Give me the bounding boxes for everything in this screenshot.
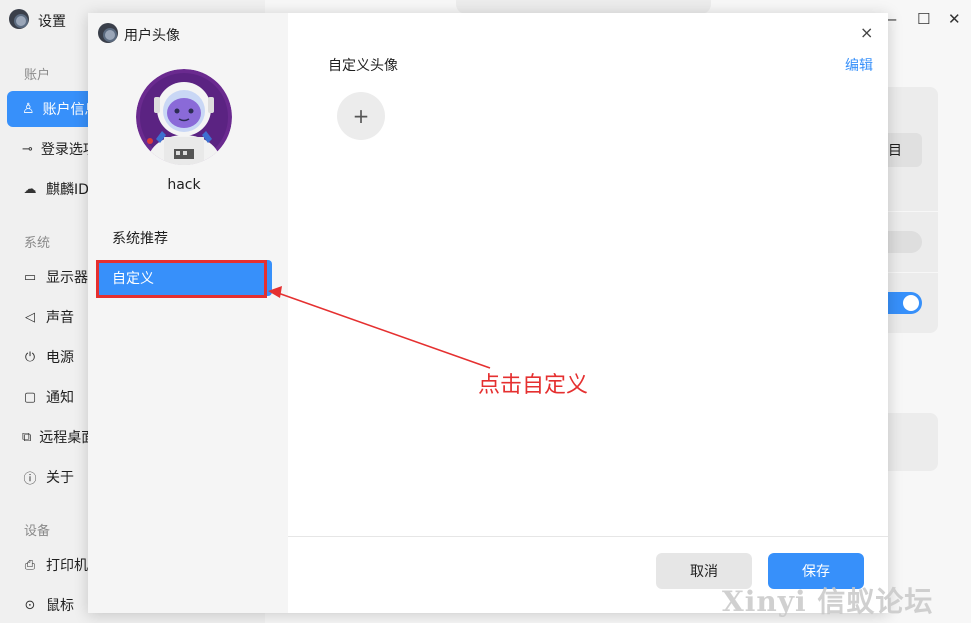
sidebar-item-mouse[interactable]: ⊙ 鼠标: [22, 593, 92, 617]
maximize-icon[interactable]: ☐: [917, 10, 930, 28]
dialog-sidebar: 用户头像 hack 系统推荐 自定义: [88, 13, 288, 613]
info-icon: ⓘ: [23, 471, 37, 487]
tab-custom[interactable]: 自定义: [96, 260, 272, 296]
sidebar-item-account-info[interactable]: ♙ 账户信息: [7, 91, 97, 127]
footer-divider: [288, 536, 888, 537]
mouse-icon: ⊙: [24, 597, 36, 613]
section-account: 账户: [24, 68, 51, 83]
sidebar-item-remote-desktop[interactable]: ⧉ 远程桌面: [22, 425, 92, 449]
close-window-icon[interactable]: ✕: [948, 10, 961, 28]
username: hack: [167, 177, 201, 193]
printer-icon: ⎙: [24, 557, 36, 573]
settings-app-icon: [98, 23, 118, 43]
bg-toggle-off[interactable]: [888, 231, 922, 253]
plus-icon: +: [352, 104, 370, 128]
edit-link[interactable]: 编辑: [845, 55, 873, 75]
section-system: 系统: [24, 236, 51, 251]
sidebar-item-kylin-id[interactable]: ☁ 麒麟ID: [22, 177, 92, 201]
bg-card-lower: [888, 413, 938, 471]
sidebar-item-power[interactable]: ⏻ 电源: [22, 345, 92, 369]
remote-desktop-icon: ⧉: [22, 429, 32, 445]
sidebar-item-display[interactable]: ▭ 显示器: [22, 265, 92, 289]
tab-system-recommended[interactable]: 系统推荐: [96, 220, 272, 256]
settings-search-bar[interactable]: [456, 0, 711, 14]
section-device: 设备: [24, 524, 51, 539]
avatar: [136, 69, 232, 165]
sidebar-item-login-options[interactable]: ⊸ 登录选项: [22, 137, 92, 161]
settings-window-title: 设置: [38, 14, 66, 30]
add-avatar-button[interactable]: +: [337, 92, 385, 140]
user-icon: ♙: [22, 101, 35, 117]
sidebar-item-sound[interactable]: ◁ 声音: [22, 305, 92, 329]
watermark: Xinyi 信蚁论坛: [722, 585, 934, 618]
sidebar-item-printer[interactable]: ⎙ 打印机: [22, 553, 92, 577]
sidebar-item-about[interactable]: ⓘ 关于: [22, 465, 92, 489]
power-icon: ⏻: [24, 349, 36, 365]
user-avatar-dialog: 用户头像 hack 系统推荐 自定义 × 自定义头像 编辑 + 取消 保存: [88, 13, 888, 613]
notification-icon: ▢: [23, 389, 37, 405]
dialog-title: 用户头像: [124, 28, 180, 44]
monitor-icon: ▭: [23, 269, 37, 285]
key-icon: ⊸: [22, 141, 33, 157]
sidebar-item-notification[interactable]: ▢ 通知: [22, 385, 92, 409]
bg-partial-button[interactable]: 目: [888, 133, 922, 167]
bg-toggle-on[interactable]: [888, 292, 922, 314]
settings-app-icon: [9, 9, 29, 29]
astronaut-avatar-icon: [136, 69, 232, 165]
annotation-text: 点击自定义: [478, 373, 589, 398]
close-icon[interactable]: ×: [860, 23, 873, 42]
custom-avatar-title: 自定义头像: [328, 58, 398, 74]
speaker-icon: ◁: [25, 309, 35, 325]
cloud-icon: ☁: [23, 181, 37, 197]
